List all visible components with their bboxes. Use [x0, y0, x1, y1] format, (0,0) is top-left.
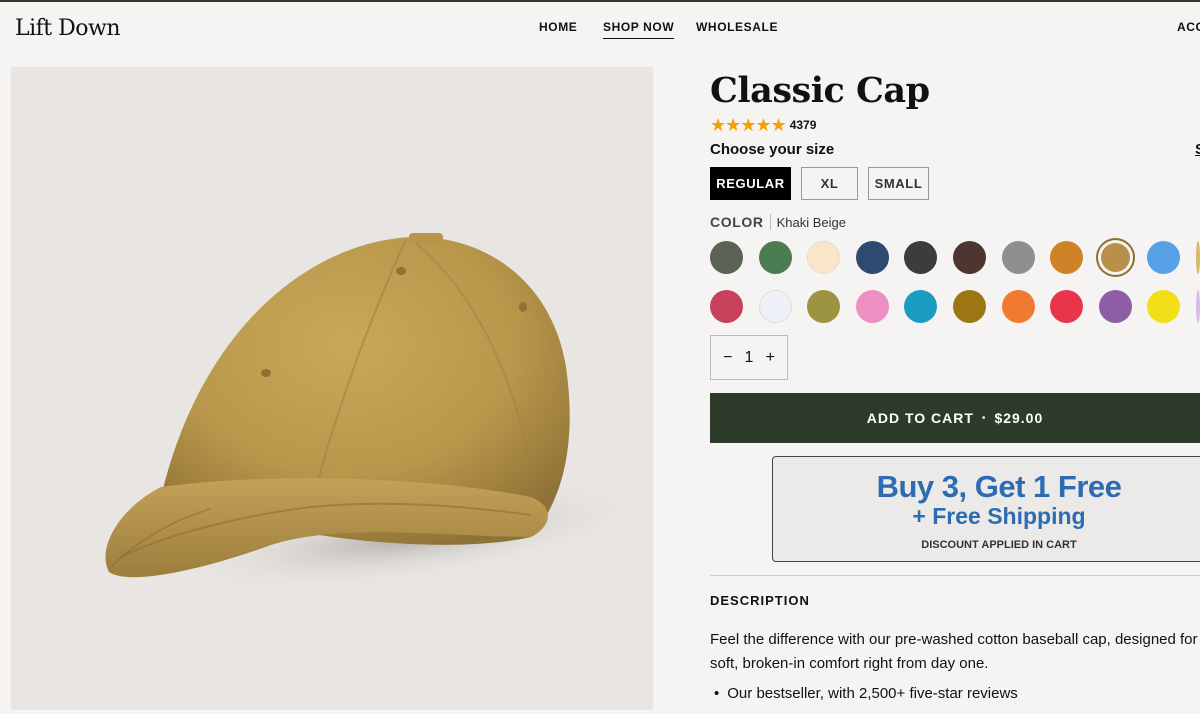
quantity-decrease-button[interactable]: −	[723, 349, 732, 367]
color-swatch[interactable]	[1001, 290, 1035, 323]
color-swatch[interactable]	[904, 241, 938, 274]
add-to-cart-label: ADD TO CART	[866, 410, 974, 426]
color-swatch[interactable]	[1147, 290, 1181, 323]
add-to-cart-button[interactable]: ADD TO CART • $29.00	[710, 393, 1200, 443]
color-swatch[interactable]	[953, 290, 986, 323]
quantity-value[interactable]: 1	[745, 349, 754, 367]
quantity-increase-button[interactable]: +	[766, 349, 775, 367]
nav-home[interactable]: HOME	[539, 20, 577, 34]
product-image[interactable]	[11, 67, 653, 710]
site-header: Lift Down HOME SHOP NOW WHOLESALE ACC	[0, 2, 1200, 54]
size-regular-button[interactable]: REGULAR	[710, 167, 791, 200]
color-swatch[interactable]	[1098, 290, 1132, 323]
color-swatch[interactable]	[1050, 241, 1084, 274]
cap-illustration	[105, 233, 649, 593]
size-small-button[interactable]: SMALL	[868, 167, 929, 200]
promo-subheadline: + Free Shipping	[912, 503, 1086, 529]
color-swatch[interactable]	[1001, 241, 1035, 274]
promo-headline: Buy 3, Get 1 Free	[876, 469, 1122, 504]
color-swatch[interactable]	[807, 290, 841, 323]
color-swatch[interactable]	[904, 290, 938, 323]
nav-shop-now[interactable]: SHOP NOW	[603, 20, 675, 39]
add-to-cart-price: $29.00	[994, 410, 1044, 426]
nav-wholesale[interactable]: WHOLESALE	[696, 20, 778, 34]
color-swatch[interactable]	[855, 241, 889, 274]
color-swatch[interactable]	[855, 290, 889, 323]
nav-account[interactable]: ACC	[1177, 20, 1200, 34]
quantity-stepper: − 1 +	[710, 335, 788, 380]
color-swatch[interactable]	[807, 241, 841, 274]
color-swatch[interactable]	[1100, 243, 1130, 272]
color-label: COLOR	[710, 214, 771, 230]
description-heading[interactable]: DESCRIPTION	[710, 593, 810, 608]
color-swatch[interactable]	[758, 290, 792, 323]
promo-note: DISCOUNT APPLIED IN CART	[921, 539, 1077, 551]
color-value: Khaki Beige	[776, 214, 846, 230]
description-text: Feel the difference with our pre-washed …	[710, 631, 1198, 672]
color-swatch[interactable]	[1196, 241, 1200, 274]
promo-banner: Buy 3, Get 1 Free + Free Shipping DISCOU…	[772, 456, 1200, 562]
color-swatch[interactable]	[1050, 290, 1084, 323]
size-label: Choose your size	[710, 141, 835, 158]
divider	[710, 575, 1200, 576]
rating-stars-icon: ★★★★★	[710, 115, 787, 135]
color-swatch[interactable]	[758, 241, 792, 274]
size-guide-link[interactable]: S	[1195, 141, 1200, 158]
product-title: Classic Cap	[710, 70, 930, 111]
color-swatch[interactable]	[710, 290, 743, 323]
review-count: 4379	[789, 118, 817, 132]
product-rating[interactable]: ★★★★★ 4379	[710, 116, 816, 134]
separator-dot: •	[981, 412, 987, 424]
color-swatch[interactable]	[1196, 290, 1200, 323]
brand-logo[interactable]: Lift Down	[15, 16, 121, 41]
color-swatch[interactable]	[1147, 241, 1181, 274]
size-xl-button[interactable]: XL	[801, 167, 858, 200]
color-selection: COLOR Khaki Beige	[710, 214, 846, 230]
description-bullet: Our bestseller, with 2,500+ five-star re…	[714, 685, 1018, 702]
color-swatch[interactable]	[710, 241, 743, 274]
color-swatch[interactable]	[953, 241, 986, 274]
